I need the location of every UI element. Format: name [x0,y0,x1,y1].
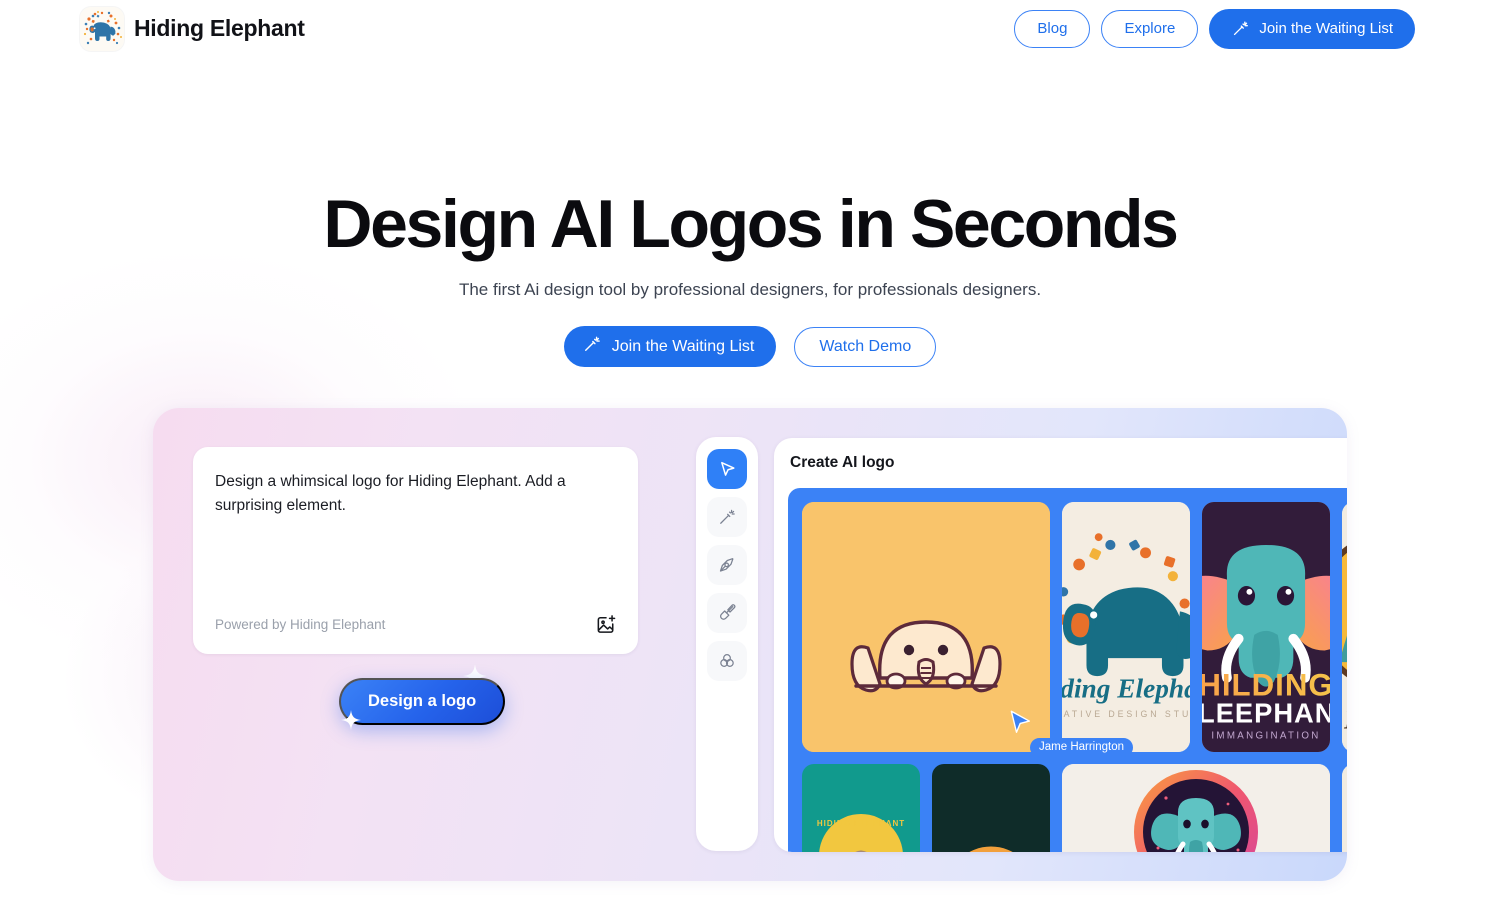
nav-blog-button[interactable]: Blog [1014,9,1091,48]
logo-card-cosmic[interactable]: ™ HIDING ELEPPHANT WRITTES IMGAINATION [1062,764,1330,852]
landing-page: Hiding Elephant Blog Explore Join the Wa… [0,0,1500,900]
nav-explore-button[interactable]: Explore [1101,9,1199,48]
magic-wand-icon [582,334,602,359]
hero-subtitle: The first Ai design tool by professional… [458,280,1042,299]
design-a-logo-label: Design a logo [368,692,477,710]
hero-join-waiting-list-button[interactable]: Join the Waiting List [563,326,777,367]
prompt-card-footer: Powered by Hiding Elephant [215,613,618,636]
logo-card-mascot[interactable] [802,502,1050,752]
logo-card-teal[interactable]: HIDING ELEPHANT [802,764,920,852]
editor-title: Create AI logo [790,454,895,471]
brand-name: Hiding Elephant [134,15,305,41]
design-a-logo-button[interactable]: Design a logo [339,678,506,725]
brand[interactable]: Hiding Elephant [80,6,305,51]
magic-wand-icon [1231,19,1250,38]
editor-window: Create AI logo ing Eleph ATIVE DESIGN ST… [774,438,1347,852]
select-tool[interactable] [707,449,747,489]
site-header: Hiding Elephant Blog Explore Join the Wa… [0,0,1500,57]
page-title: Design AI Logos in Seconds [323,186,1179,262]
svg-text:Hiding Elephant: Hiding Elephant [1062,673,1190,703]
elephant-logo-icon [80,6,124,51]
prompt-card[interactable]: Design a whimsical logo for Hiding Eleph… [193,447,638,654]
editor-window-header: Create AI logo [774,438,1347,488]
editor-canvas[interactable]: Hiding Elephant CREATIVE DESIGN STUDIO [788,488,1347,852]
header-cta-label: Join the Waiting List [1259,20,1393,37]
pen-tool[interactable] [707,545,747,585]
svg-text:HIDING ELEPHANT: HIDING ELEPHANT [817,819,905,828]
header-nav: Blog Explore Join the Waiting List [1014,8,1415,49]
brush-tool[interactable] [707,593,747,633]
svg-text:ELEEPHANT: ELEEPHANT [1202,698,1330,729]
svg-text:CREATIVE DESIGN STUDIO: CREATIVE DESIGN STUDIO [1062,709,1190,719]
image-add-icon[interactable] [595,613,618,636]
svg-text:IMMANGINATION: IMMANGINATION [1211,730,1320,741]
logo-card-group-small: HIDING ELEPHANT [802,764,1050,852]
magic-wand-tool[interactable] [707,497,747,537]
logo-card-confetti[interactable]: Hiding Elephant CREATIVE DESIGN STUDIO [1062,502,1190,752]
logo-card-neon[interactable]: HILDING ELEEPHANT IMMANGINATION [1202,502,1330,752]
logo-card-night[interactable]: Hiding Elephant [932,764,1050,852]
hero-cta-label: Join the Waiting List [611,337,755,355]
color-tool[interactable] [707,641,747,681]
watch-demo-button[interactable]: Watch Demo [794,326,937,367]
powered-by-label: Powered by Hiding Elephant [215,617,386,632]
editor-toolbar [696,437,758,851]
logo-results-grid: Hiding Elephant CREATIVE DESIGN STUDIO [802,502,1347,852]
prompt-input[interactable]: Design a whimsical logo for Hiding Eleph… [215,470,616,517]
svg-text:Hiding Ele: Hiding Ele [1343,705,1347,735]
hero-actions: Join the Waiting List Watch Demo [0,326,1500,367]
logo-card-sunset[interactable]: Hiding Ele [1342,502,1347,752]
product-mockup: Design a whimsical logo for Hiding Eleph… [153,408,1347,881]
hero-section: Design AI Logos in Seconds The first Ai … [0,190,1500,367]
generate-button-wrapper: Design a logo [339,664,506,730]
logo-card-mushroom[interactable]: Hiding Ele CREATIVE STUDIO [1342,764,1347,852]
header-join-waiting-list-button[interactable]: Join the Waiting List [1209,8,1415,49]
